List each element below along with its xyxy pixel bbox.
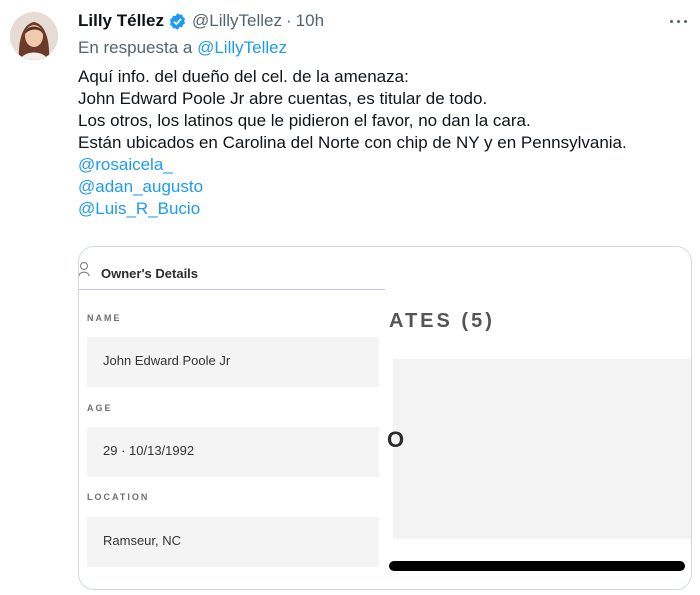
avatar-photo (10, 12, 58, 60)
author-handle[interactable]: @LillyTellez (192, 11, 282, 31)
tweet-time[interactable]: 10h (296, 11, 324, 31)
author-name[interactable]: Lilly Téllez (78, 11, 164, 31)
media-image-right[interactable]: ATES (5) O (385, 247, 691, 589)
reply-to-link[interactable]: @LillyTellez (197, 38, 287, 57)
right-letter: O (387, 427, 405, 452)
right-gray-block (393, 359, 691, 539)
age-value: 29 · 10/13/1992 (103, 443, 195, 458)
tweet-text: Aquí info. del dueño del cel. de la amen… (78, 66, 627, 220)
location-label: LOCATION (87, 492, 150, 502)
mention-link[interactable]: @rosaicela_ (78, 154, 627, 176)
age-label: AGE (87, 403, 113, 413)
owner-details-header: Owner's Details (79, 247, 385, 290)
tweet-line: Están ubicados en Carolina del Norte con… (78, 133, 627, 152)
redaction-bar (389, 561, 685, 571)
verified-badge-icon (169, 12, 186, 30)
right-heading: ATES (5) (389, 310, 495, 332)
media-image-left[interactable]: Owner's Details NAME John Edward Poole J… (79, 247, 385, 589)
tweet-line: Los otros, los latinos que le pidieron e… (78, 111, 531, 130)
tweet-header: Lilly Téllez @LillyTellez · 10h (78, 11, 324, 31)
location-field: Ramseur, NC (87, 517, 379, 567)
tweet-media[interactable]: Owner's Details NAME John Edward Poole J… (78, 246, 692, 590)
age-field: 29 · 10/13/1992 (87, 427, 379, 477)
avatar[interactable] (10, 12, 58, 60)
header-separator: · (286, 11, 292, 30)
mention-link[interactable]: @adan_augusto (78, 176, 627, 198)
name-value: John Edward Poole Jr (103, 353, 231, 368)
name-label: NAME (87, 313, 122, 323)
user-icon (79, 261, 90, 277)
owner-details-title: Owner's Details (101, 266, 199, 281)
tweet-line: John Edward Poole Jr abre cuentas, es ti… (78, 89, 488, 108)
mention-link[interactable]: @Luis_R_Bucio (78, 198, 627, 220)
location-value: Ramseur, NC (103, 533, 182, 548)
tweet-line: Aquí info. del dueño del cel. de la amen… (78, 67, 409, 86)
more-options-icon[interactable] (668, 12, 690, 30)
name-field: John Edward Poole Jr (87, 337, 379, 387)
reply-prefix: En respuesta a (78, 38, 193, 57)
reply-context: En respuesta a @LillyTellez (78, 38, 287, 58)
